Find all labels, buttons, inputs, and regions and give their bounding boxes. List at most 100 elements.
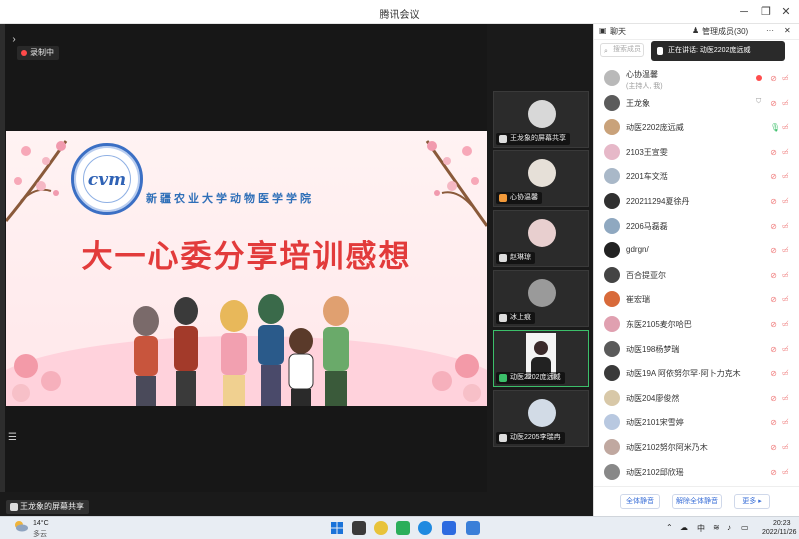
chevron-right-icon[interactable]: › — [7, 33, 21, 47]
camera-off-icon[interactable]: ▭̸ — [782, 222, 792, 231]
tencent-meeting-icon[interactable] — [442, 521, 456, 535]
member-row[interactable]: 动医2102努尔阿米乃木 ⊘ ▭̸ — [594, 435, 799, 459]
tab-chat[interactable]: 聊天 — [610, 26, 626, 37]
ime-indicator[interactable]: 中 — [697, 523, 705, 534]
camera-off-icon[interactable]: ▭̸ — [782, 369, 792, 378]
member-row[interactable]: 东医2105麦尔哈巴 ⊘ ▭̸ — [594, 312, 799, 336]
mic-off-icon[interactable]: ⊘ — [770, 443, 777, 452]
member-row[interactable]: 百合提亚尔 ⊘ ▭̸ — [594, 263, 799, 287]
chevron-up-icon[interactable]: ⌃ — [666, 523, 673, 532]
member-name: 动医204廖俊然 — [626, 393, 680, 403]
member-row[interactable]: 动医198杨梦瑞 ⊘ ▭̸ — [594, 337, 799, 361]
camera-off-icon[interactable]: ▭̸ — [782, 123, 792, 132]
camera-off-icon[interactable]: ▭̸ — [782, 295, 792, 304]
edge-icon[interactable] — [418, 521, 432, 535]
minimize-icon[interactable]: ─ — [735, 3, 753, 21]
wechat-icon[interactable] — [396, 521, 410, 535]
participant-thumbnail[interactable]: 王龙象的屏幕共享 — [493, 91, 589, 148]
members-sidebar: ▣ 聊天 ♟ 管理成员(30) ··· ✕ ⌕ 搜索成员 正在讲话: 动医220… — [593, 24, 799, 516]
windows-start-icon[interactable] — [330, 521, 344, 535]
camera-off-icon[interactable]: ▭̸ — [782, 394, 792, 403]
member-row[interactable]: 动医204廖俊然 ⊘ ▭̸ — [594, 386, 799, 410]
member-row[interactable]: 崔宏瑞 ⊘ ▭̸ — [594, 287, 799, 311]
participant-thumbnail[interactable]: 赵琳琼 — [493, 210, 589, 267]
member-row[interactable]: 动医2102邱欣瑶 ⊘ ▭̸ — [594, 460, 799, 484]
participant-thumbnail[interactable]: 心协温馨 — [493, 150, 589, 207]
photos-icon[interactable] — [466, 521, 480, 535]
clock-time[interactable]: 20:23 — [773, 520, 791, 527]
camera-off-icon[interactable]: ▭̸ — [782, 320, 792, 329]
volume-icon[interactable]: ♪ — [727, 523, 731, 532]
camera-off-icon[interactable]: ▭̸ — [782, 443, 792, 452]
mic-off-icon[interactable]: ⊘ — [770, 468, 777, 477]
mic-off-icon[interactable]: ⊘ — [770, 418, 777, 427]
restore-icon[interactable]: ❐ — [757, 3, 775, 21]
member-row[interactable]: 心协温馨 (主持人, 我) ⊘ ▭̸ — [594, 66, 799, 90]
member-row[interactable]: gdrgn/ ⊘ ▭̸ — [594, 238, 799, 262]
camera-off-icon[interactable]: ▭̸ — [782, 468, 792, 477]
camera-off-icon[interactable]: ▭̸ — [782, 345, 792, 354]
mic-off-icon[interactable]: ⊘ — [770, 345, 777, 354]
more-icon[interactable]: ··· — [766, 26, 774, 35]
member-row[interactable]: 2201车文湉 ⊘ ▭̸ — [594, 164, 799, 188]
avatar — [528, 219, 556, 247]
member-row[interactable]: 动医19A 阿依努尔罕·阿卜力克木 ⊘ ▭̸ — [594, 361, 799, 385]
mic-off-icon[interactable]: ⊘ — [770, 197, 777, 206]
camera-off-icon[interactable]: ▭̸ — [782, 74, 792, 83]
logo-mark: cvm — [87, 170, 127, 190]
chrome-icon[interactable] — [374, 521, 388, 535]
mic-off-icon[interactable]: ⊘ — [770, 222, 777, 231]
member-row[interactable]: 220211294夏徐丹 ⊘ ▭̸ — [594, 189, 799, 213]
unmute-all-button[interactable]: 解除全体静音 — [672, 494, 722, 509]
mic-off-icon[interactable]: ⊘ — [770, 148, 777, 157]
mic-off-icon[interactable]: ⊘ — [770, 369, 777, 378]
camera-off-icon[interactable]: ▭̸ — [782, 418, 792, 427]
mic-off-icon[interactable]: ⊘ — [770, 74, 777, 83]
avatar — [604, 70, 620, 86]
participant-thumbnail-speaking[interactable]: 动医2202庞远威 — [493, 330, 589, 387]
avatar — [604, 463, 620, 480]
recording-badge[interactable]: 录制中 — [17, 46, 59, 60]
avatar — [604, 119, 620, 136]
thumbnail-label: 动医2205李瑞冉 — [496, 432, 565, 444]
mute-all-button[interactable]: 全体静音 — [620, 494, 660, 509]
task-view-icon[interactable] — [352, 521, 366, 535]
mic-off-icon[interactable]: ⊘ — [770, 295, 777, 304]
camera-off-icon[interactable]: ▭̸ — [782, 246, 792, 255]
member-row[interactable]: 王龙象 ⛉ ⊘ ▭̸ — [594, 91, 799, 115]
mic-off-icon[interactable]: ⊘ — [770, 394, 777, 403]
chat-icon[interactable]: ▣ — [599, 26, 607, 35]
member-name: 220211294夏徐丹 — [626, 197, 690, 206]
mic-off-icon[interactable]: ⊘ — [770, 271, 777, 280]
participant-thumbnail[interactable]: 冰上痕 — [493, 270, 589, 327]
weather-temp[interactable]: 14°C — [33, 520, 49, 527]
close-icon[interactable]: ✕ — [784, 26, 791, 35]
member-row[interactable]: 2206马磊磊 ⊘ ▭̸ — [594, 214, 799, 238]
mic-off-icon[interactable]: ⊘ — [770, 99, 777, 108]
close-icon[interactable]: ✕ — [777, 3, 795, 21]
cloud-icon[interactable]: ☁ — [680, 523, 688, 532]
mic-off-icon[interactable]: ⊘ — [770, 246, 777, 255]
camera-off-icon[interactable]: ▭̸ — [782, 99, 792, 108]
mic-off-icon[interactable]: ⊘ — [770, 172, 777, 181]
member-row[interactable]: 动医2202庞远威 🎙 ▭̸ — [594, 115, 799, 139]
search-input[interactable]: ⌕ 搜索成员 — [600, 43, 644, 57]
member-row[interactable]: 2103王宣雯 ⊘ ▭̸ — [594, 140, 799, 164]
camera-off-icon[interactable]: ▭̸ — [782, 197, 792, 206]
wifi-icon[interactable]: ≋ — [713, 523, 720, 532]
thumbnail-label: 赵琳琼 — [496, 252, 535, 264]
mic-on-icon[interactable]: 🎙 — [770, 123, 780, 132]
member-name: 2201车文湉 — [626, 172, 668, 182]
participant-thumbnail[interactable]: 动医2205李瑞冉 — [493, 390, 589, 447]
member-name: 动医198杨梦瑞 — [626, 344, 680, 354]
battery-icon[interactable]: ▭ — [741, 523, 749, 532]
camera-off-icon[interactable]: ▭̸ — [782, 271, 792, 280]
list-icon[interactable]: ☰ — [8, 432, 20, 444]
member-row[interactable]: 动医2101宋雪婷 ⊘ ▭̸ — [594, 410, 799, 434]
tab-members[interactable]: 管理成员(30) — [702, 26, 748, 37]
camera-off-icon[interactable]: ▭̸ — [782, 172, 792, 181]
more-button[interactable]: 更多 ▸ — [734, 494, 770, 509]
avatar — [604, 217, 620, 234]
camera-off-icon[interactable]: ▭̸ — [782, 148, 792, 157]
mic-off-icon[interactable]: ⊘ — [770, 320, 777, 329]
